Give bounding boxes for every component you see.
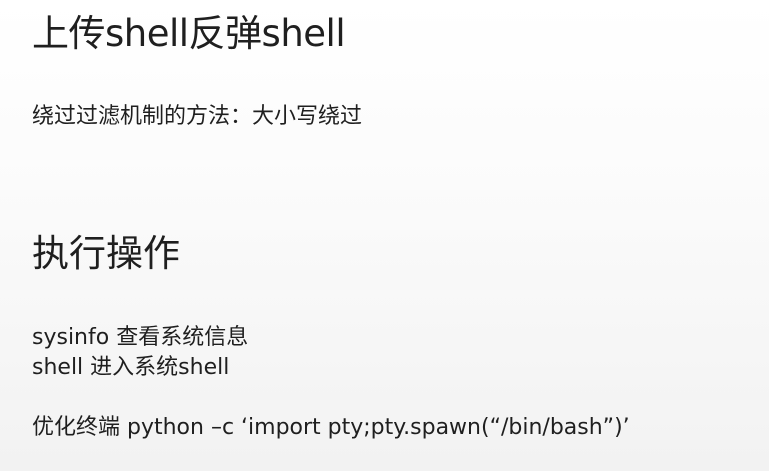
command-line-pty: 优化终端 python –c ‘import pty;pty.spawn(“/b… <box>32 415 630 440</box>
slide: 上传shell反弹shell 绕过过滤机制的方法：大小写绕过 执行操作 sysi… <box>0 0 769 471</box>
slide-title: 上传shell反弹shell <box>32 12 346 55</box>
section-heading: 执行操作 <box>32 232 180 275</box>
command-line-sysinfo: sysinfo 查看系统信息 <box>32 325 249 350</box>
command-line-shell: shell 进入系统shell <box>32 355 230 380</box>
bypass-method-text: 绕过过滤机制的方法：大小写绕过 <box>32 104 363 129</box>
